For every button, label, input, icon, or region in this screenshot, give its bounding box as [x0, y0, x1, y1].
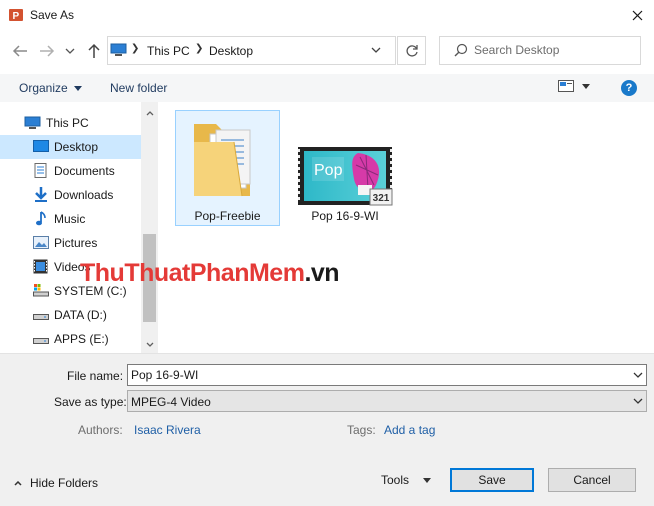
file-name-input[interactable]: [131, 366, 621, 384]
watermark-part: .vn: [304, 259, 340, 287]
powerpoint-icon: P: [9, 8, 23, 22]
breadcrumb-separator[interactable]: ❯: [131, 43, 139, 54]
watermark: ThuThuatPhanMem.vn: [80, 258, 340, 288]
authors-field[interactable]: Isaac Rivera: [134, 423, 201, 437]
sidebar-item-desktop[interactable]: Desktop: [0, 135, 141, 159]
save-as-type-label: Save as type:: [54, 395, 127, 409]
refresh-button[interactable]: [397, 36, 426, 65]
sidebar-item-label: Desktop: [54, 140, 99, 154]
sidebar-item-documents[interactable]: Documents: [0, 159, 141, 183]
desktop-icon: [33, 140, 49, 154]
folder-icon: [190, 118, 265, 202]
back-button[interactable]: [10, 41, 30, 61]
chevron-down-icon: [65, 48, 75, 54]
chevron-down-icon: [146, 342, 153, 347]
organize-button[interactable]: Organize: [19, 81, 82, 95]
arrow-right-icon: [40, 45, 55, 57]
sidebar-item-label: Documents: [54, 164, 115, 178]
address-history-dropdown[interactable]: [370, 44, 382, 56]
title-bar: [0, 0, 654, 31]
computer-icon: [24, 116, 41, 130]
sidebar-item-label: Music: [54, 212, 86, 226]
forward-button[interactable]: [37, 41, 57, 61]
navigation-pane: This PC Desktop Documents Downloads Musi…: [0, 102, 158, 353]
hide-folders-label: Hide Folders: [30, 476, 99, 490]
sidebar-item-pictures[interactable]: Pictures: [0, 231, 141, 255]
sidebar-item-label: This PC: [46, 116, 89, 130]
sidebar-item-apps-e[interactable]: APPS (E:): [0, 327, 141, 351]
sidebar-item-this-pc[interactable]: This PC: [0, 111, 141, 135]
tools-button[interactable]: Tools: [381, 473, 432, 487]
sidebar-item-downloads[interactable]: Downloads: [0, 183, 141, 207]
window-title: Save As: [30, 8, 75, 22]
watermark-part: ThuThuat: [80, 259, 190, 287]
computer-icon: [110, 43, 127, 57]
arrow-left-icon: [12, 45, 27, 57]
change-view-button[interactable]: [558, 80, 590, 92]
search-icon: [454, 43, 468, 57]
file-name: Pop-Freebie: [194, 209, 261, 223]
video-file-icon: 321 Pop: [296, 145, 394, 207]
up-button[interactable]: [84, 41, 104, 61]
help-icon[interactable]: ?: [621, 80, 637, 96]
close-icon: [632, 10, 642, 20]
save-as-type-dropdown[interactable]: [632, 395, 644, 407]
tags-label: Tags:: [347, 423, 376, 437]
chevron-up-icon: [146, 110, 153, 115]
command-bar: [0, 74, 654, 102]
sidebar-item-label: DATA (D:): [54, 308, 107, 322]
chevron-up-icon: [14, 480, 22, 486]
recent-locations-button[interactable]: [63, 43, 77, 59]
cancel-button[interactable]: Cancel: [548, 468, 636, 492]
video-icon: [33, 259, 49, 274]
chevron-down-icon: [633, 372, 643, 378]
system-drive-icon: [33, 284, 49, 298]
caret-down-icon: [582, 83, 590, 89]
sidebar-item-label: Pictures: [54, 236, 98, 250]
caret-down-icon: [423, 477, 432, 483]
scroll-up-button[interactable]: [141, 106, 158, 120]
refresh-icon: [405, 44, 418, 57]
music-icon: [35, 211, 51, 226]
download-icon: [34, 187, 50, 202]
view-options-icon: [558, 80, 574, 92]
sidebar-item-data-d[interactable]: DATA (D:): [0, 303, 141, 327]
documents-icon: [34, 163, 50, 178]
tags-field[interactable]: Add a tag: [384, 423, 435, 437]
video-thumbnail-text: Pop: [314, 162, 343, 179]
caret-down-icon: [73, 85, 82, 91]
chevron-down-icon: [633, 398, 643, 404]
chevron-down-icon: [371, 47, 381, 53]
scroll-down-button[interactable]: [141, 337, 158, 351]
video-badge: 321: [373, 193, 390, 204]
breadcrumb-desktop[interactable]: Desktop: [209, 44, 253, 58]
drive-icon: [33, 310, 49, 324]
breadcrumb-this-pc[interactable]: This PC: [147, 44, 190, 58]
file-name-label: File name:: [67, 369, 124, 383]
organize-label: Organize: [19, 81, 68, 95]
breadcrumb-separator[interactable]: ❯: [195, 43, 203, 54]
hide-folders-button[interactable]: Hide Folders: [14, 476, 98, 490]
tools-label: Tools: [381, 473, 410, 487]
sidebar-item-label: Downloads: [54, 188, 114, 202]
drive-icon: [33, 334, 49, 348]
new-folder-button[interactable]: New folder: [110, 81, 167, 95]
save-as-type-value[interactable]: MPEG-4 Video: [131, 395, 211, 409]
sidebar-item-label: APPS (E:): [54, 332, 109, 346]
authors-label: Authors:: [78, 423, 123, 437]
search-input[interactable]: [474, 40, 634, 60]
file-name: Pop 16-9-WI: [311, 209, 379, 223]
file-name-dropdown[interactable]: [632, 369, 644, 381]
svg-text:P: P: [13, 11, 20, 22]
sidebar-item-music[interactable]: Music: [0, 207, 141, 231]
close-button[interactable]: [624, 3, 650, 27]
arrow-up-icon: [88, 43, 100, 58]
save-button[interactable]: Save: [450, 468, 534, 492]
watermark-part: PhanMem: [189, 259, 305, 287]
pictures-icon: [33, 236, 49, 250]
